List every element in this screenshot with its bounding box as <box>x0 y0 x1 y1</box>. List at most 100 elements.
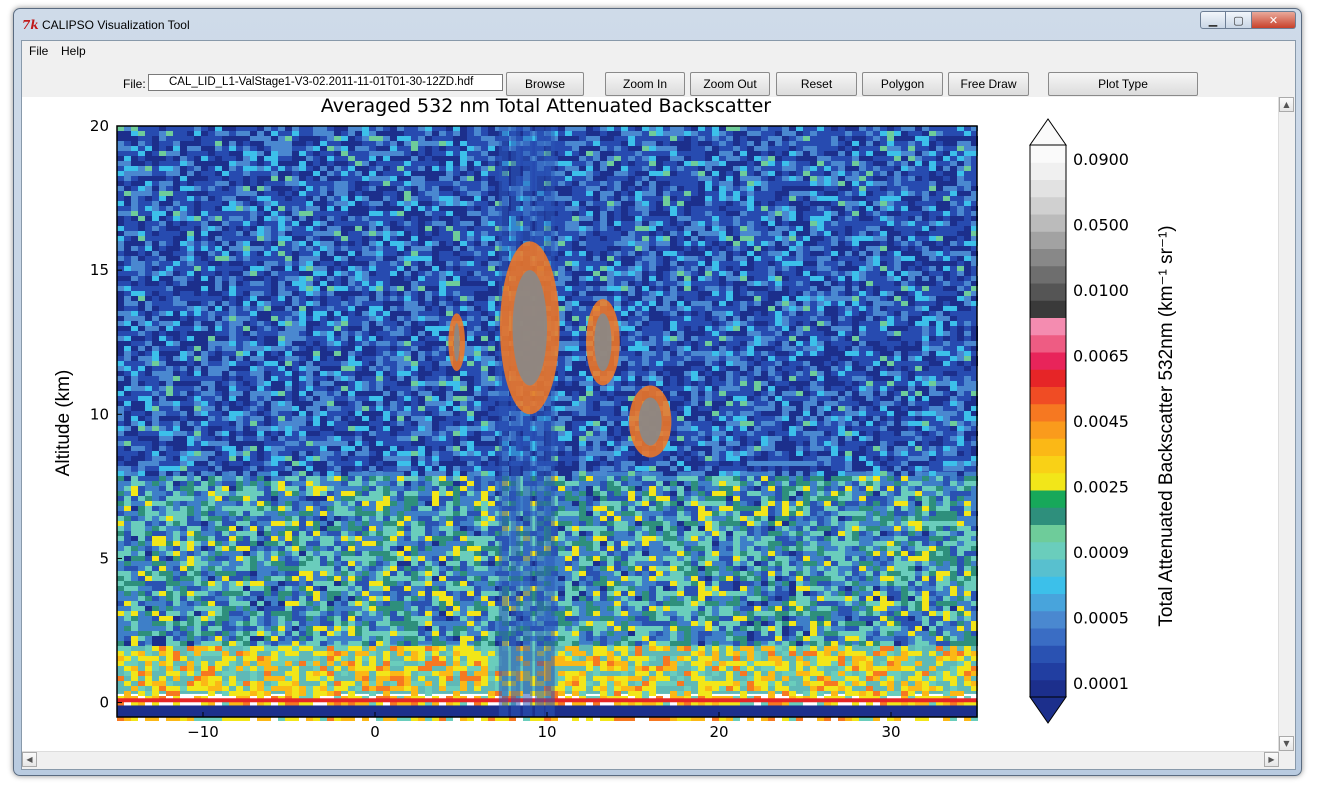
colorbar-segment <box>1030 386 1066 405</box>
x-tick-label: 10 <box>537 723 556 741</box>
colorbar-segment <box>1030 265 1066 284</box>
colorbar-segment <box>1030 524 1066 543</box>
colorbar-tick-label: 0.0001 <box>1073 674 1129 693</box>
colorbar-segment <box>1030 576 1066 594</box>
colorbar-tick-label: 0.0045 <box>1073 412 1129 431</box>
file-path-input[interactable]: CAL_LID_L1-ValStage1-V3-02.2011-11-01T01… <box>148 74 503 91</box>
toolbar: File: CAL_LID_L1-ValStage1-V3-02.2011-11… <box>22 61 1295 97</box>
menu-help[interactable]: Help <box>61 44 86 58</box>
menu-bar: File Help <box>22 41 1295 61</box>
cirrus-cloud-core <box>453 323 460 362</box>
colorbar-segment <box>1030 507 1066 525</box>
polygon-button[interactable]: Polygon <box>862 72 943 96</box>
colorbar-segment <box>1030 145 1066 163</box>
reset-button[interactable]: Reset <box>776 72 857 96</box>
noise-column <box>498 126 509 717</box>
scroll-right-arrow[interactable]: ▶ <box>1264 752 1279 767</box>
y-tick-label: 10 <box>90 405 109 423</box>
colorbar-tick-label: 0.0900 <box>1073 150 1129 169</box>
colorbar-segment <box>1030 196 1066 215</box>
colorbar-segment <box>1030 214 1066 232</box>
maximize-button[interactable]: ▢ <box>1226 11 1252 29</box>
noise-column <box>522 126 533 717</box>
noise-column <box>510 126 521 717</box>
colorbar-segment <box>1030 662 1066 681</box>
plot-title: Averaged 532 nm Total Attenuated Backsca… <box>321 97 771 117</box>
heatmap-layer <box>117 126 978 721</box>
app-window: 7k CALIPSO Visualization Tool ▁ ▢ ✕ File… <box>13 8 1302 776</box>
colorbar-segment <box>1030 645 1066 663</box>
colorbar-tick-label: 0.0065 <box>1073 347 1129 366</box>
colorbar-segment <box>1030 490 1066 508</box>
y-tick-label: 20 <box>90 117 109 135</box>
file-label: File: <box>123 77 146 91</box>
minimize-icon: ▁ <box>1208 13 1218 27</box>
close-icon: ✕ <box>1268 13 1279 27</box>
title-bar[interactable]: 7k CALIPSO Visualization Tool ▁ ▢ ✕ <box>14 9 1301 40</box>
colorbar-segment <box>1030 455 1066 474</box>
scroll-down-arrow[interactable]: ▼ <box>1279 736 1294 751</box>
colorbar-extend-top <box>1029 118 1067 146</box>
colorbar-segment <box>1030 317 1066 336</box>
cirrus-cloud-core <box>638 397 662 446</box>
colorbar-tick-label: 0.0100 <box>1073 281 1129 300</box>
colorbar-tick-label: 0.0025 <box>1073 478 1129 497</box>
colorbar-tick-label: 0.0005 <box>1073 609 1129 628</box>
close-button[interactable]: ✕ <box>1252 11 1296 29</box>
colorbar-segment <box>1030 541 1066 560</box>
y-tick-label: 15 <box>90 261 109 279</box>
colorbar-segment <box>1030 593 1066 612</box>
colorbar-segment <box>1030 283 1066 301</box>
colorbar-segment <box>1030 352 1066 370</box>
x-tick-label: 30 <box>881 723 900 741</box>
colorbar-segment <box>1030 559 1066 577</box>
colorbar-label: Total Attenuated Backscatter 532nm (km⁻¹… <box>1156 225 1177 626</box>
tk-feather-icon: 7k <box>22 18 39 32</box>
colorbar-segment <box>1030 628 1066 646</box>
window-title: CALIPSO Visualization Tool <box>42 18 190 32</box>
colorbar-segment <box>1030 369 1066 387</box>
colorbar-tick-label: 0.0009 <box>1073 543 1129 562</box>
plot-svg[interactable]: Averaged 532 nm Total Attenuated Backsca… <box>22 95 1279 751</box>
colorbar-segment <box>1030 300 1066 318</box>
scroll-left-arrow[interactable]: ◀ <box>22 752 37 767</box>
colorbar-extend-bottom <box>1029 696 1067 724</box>
browse-button[interactable]: Browse <box>506 72 584 96</box>
cirrus-cloud-core <box>512 270 547 386</box>
colorbar-segment <box>1030 421 1066 439</box>
noise-column <box>545 126 555 717</box>
noise-column <box>534 126 545 717</box>
menu-file[interactable]: File <box>29 44 48 58</box>
x-tick-label: 20 <box>709 723 728 741</box>
colorbar-tick-label: 0.0500 <box>1073 216 1129 235</box>
plot-canvas[interactable]: Averaged 532 nm Total Attenuated Backsca… <box>22 95 1279 751</box>
restore-icon: ▢ <box>1233 13 1244 27</box>
client-area: File Help File: CAL_LID_L1-ValStage1-V3-… <box>21 40 1296 770</box>
colorbar-segment <box>1030 334 1066 353</box>
vertical-scrollbar[interactable]: ▲ ▼ <box>1278 97 1295 751</box>
y-axis-label: Altitude (km) <box>53 370 74 477</box>
zoom-out-button[interactable]: Zoom Out <box>690 72 770 96</box>
y-tick-label: 0 <box>99 694 109 712</box>
colorbar-segment <box>1030 438 1066 456</box>
free-draw-button[interactable]: Free Draw <box>948 72 1029 96</box>
plot-type-button[interactable]: Plot Type <box>1048 72 1198 96</box>
colorbar-segment <box>1030 679 1066 698</box>
colorbar-segment <box>1030 403 1066 422</box>
colorbar: 0.0900 0.0500 0.0100 0.0065 0.0045 0.0025 0.00… <box>1029 118 1129 724</box>
colorbar-segment <box>1030 162 1066 180</box>
colorbar-segment <box>1030 610 1066 629</box>
colorbar-segment <box>1030 472 1066 491</box>
horizontal-scrollbar[interactable]: ◀ ▶ <box>22 751 1279 768</box>
scroll-up-arrow[interactable]: ▲ <box>1279 97 1294 112</box>
colorbar-segment <box>1030 179 1066 198</box>
zoom-in-button[interactable]: Zoom In <box>605 72 685 96</box>
colorbar-segment <box>1030 231 1066 249</box>
y-tick-label: 5 <box>99 549 109 567</box>
colorbar-segment <box>1030 248 1066 267</box>
window-controls: ▁ ▢ ✕ <box>1200 11 1296 29</box>
minimize-button[interactable]: ▁ <box>1200 11 1226 29</box>
cirrus-cloud-core <box>594 313 612 372</box>
x-tick-label: −10 <box>187 723 219 741</box>
x-tick-label: 0 <box>370 723 380 741</box>
